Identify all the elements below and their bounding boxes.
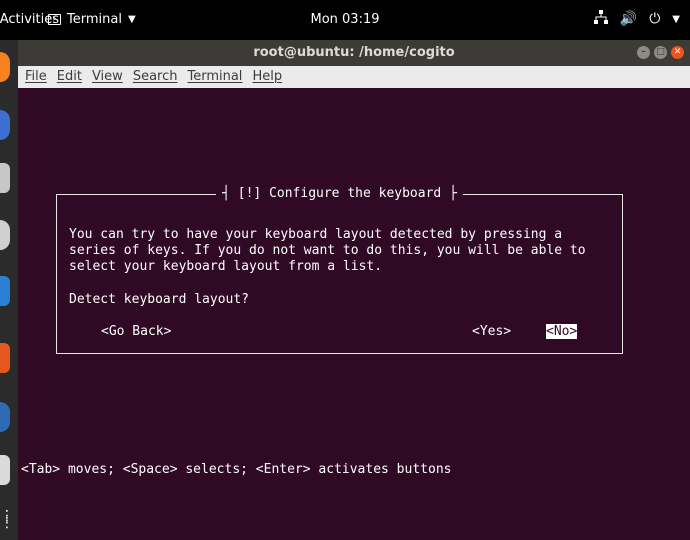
rhythmbox-icon[interactable] xyxy=(0,220,10,250)
maximize-icon[interactable]: □ xyxy=(654,46,667,59)
menu-edit[interactable]: Edit xyxy=(50,66,85,88)
help-line: <Tab> moves; <Space> selects; <Enter> ac… xyxy=(21,462,452,477)
system-tray[interactable]: 🔊 ⏻ ▼ xyxy=(593,10,680,28)
terminal-window: root@ubuntu: /home/cogito – □ ✕ File Edi… xyxy=(18,40,690,540)
menu-help[interactable]: Help xyxy=(245,66,285,88)
writer-icon[interactable] xyxy=(0,276,10,306)
no-button[interactable]: <No> xyxy=(546,324,578,339)
power-icon[interactable]: ⏻ xyxy=(649,11,660,27)
no-button-highlight: <N xyxy=(546,324,562,339)
dialog-question: Detect keyboard layout? xyxy=(69,292,250,307)
volume-icon[interactable]: 🔊 xyxy=(620,11,637,27)
menu-view[interactable]: View xyxy=(85,66,126,88)
clock[interactable]: Mon 03:19 xyxy=(0,12,690,27)
show-apps-icon[interactable]: ⋮ ⋮ xyxy=(0,509,14,530)
help-icon[interactable] xyxy=(0,402,10,432)
menu-file[interactable]: File xyxy=(18,66,50,88)
dock: ⋮ ⋮ xyxy=(0,40,18,540)
minimize-icon[interactable]: – xyxy=(637,46,650,59)
keyboard-dialog: [!] Configure the keyboard You can try t… xyxy=(56,186,623,354)
top-bar: Activities Terminal ▼ Mon 03:19 🔊 ⏻ ▼ xyxy=(0,0,690,40)
dialog-body: You can try to have your keyboard layout… xyxy=(69,227,586,275)
terminal-content[interactable]: [!] Configure the keyboard You can try t… xyxy=(18,88,690,540)
menu-terminal[interactable]: Terminal xyxy=(180,66,245,88)
terminal-dock-icon[interactable] xyxy=(0,455,10,485)
network-icon[interactable] xyxy=(593,10,608,28)
firefox-icon[interactable] xyxy=(0,52,10,82)
close-icon[interactable]: ✕ xyxy=(671,46,684,59)
go-back-button[interactable]: <Go Back> xyxy=(101,324,171,339)
menu-search[interactable]: Search xyxy=(126,66,181,88)
thunderbird-icon[interactable] xyxy=(0,110,10,140)
no-button-rest: o> xyxy=(561,324,578,339)
window-title: root@ubuntu: /home/cogito xyxy=(253,45,455,60)
software-icon[interactable] xyxy=(0,343,10,373)
files-icon[interactable] xyxy=(0,163,10,193)
chevron-down-icon[interactable]: ▼ xyxy=(672,14,680,25)
dialog-title: [!] Configure the keyboard xyxy=(57,186,622,201)
window-controls: – □ ✕ xyxy=(637,46,684,59)
yes-button[interactable]: <Yes> xyxy=(472,324,511,339)
window-titlebar[interactable]: root@ubuntu: /home/cogito – □ ✕ xyxy=(18,40,690,66)
menu-bar: File Edit View Search Terminal Help xyxy=(18,66,690,88)
